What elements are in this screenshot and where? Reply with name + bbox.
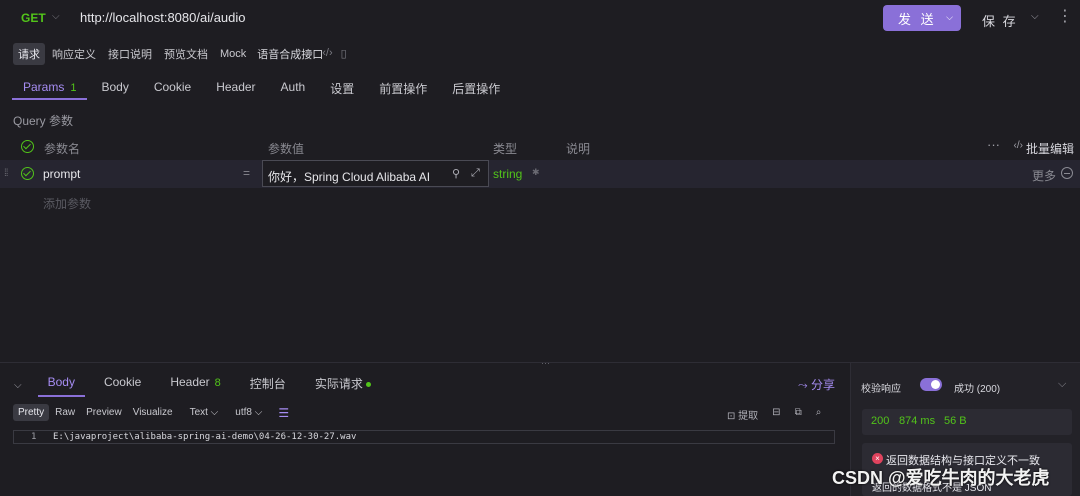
chevron-down-icon[interactable]: ⌵ bbox=[946, 12, 953, 23]
response-tabs: ⌵ Body Cookie Header 8 控制台 实际请求 bbox=[14, 373, 390, 397]
format-tabs: Pretty Raw Preview Visualize Text ⌵ utf8… bbox=[13, 404, 289, 421]
col-value: 参数值 bbox=[268, 142, 305, 156]
code-icon[interactable]: ‹/› bbox=[1014, 140, 1023, 151]
text-select-value: Text bbox=[189, 407, 208, 418]
tab-params[interactable]: Params 1 bbox=[12, 78, 88, 100]
tab-settings[interactable]: 设置 bbox=[319, 78, 365, 100]
add-param-input[interactable]: 添加参数 bbox=[43, 195, 91, 212]
validate-status[interactable]: 成功 (200) bbox=[954, 380, 1000, 395]
resp-tab-cookie[interactable]: Cookie bbox=[94, 373, 151, 397]
select-all-check-icon[interactable] bbox=[21, 140, 34, 153]
response-body-line[interactable]: E:\javaproject\alibaba-spring-ai-demo\04… bbox=[53, 432, 356, 442]
validate-label: 校验响应 bbox=[861, 384, 901, 395]
method-select[interactable]: GET bbox=[21, 11, 46, 25]
row-more-button[interactable]: 更多 bbox=[1032, 167, 1056, 184]
share-button[interactable]: ⤳ 分享 bbox=[798, 376, 835, 393]
format-pretty[interactable]: Pretty bbox=[13, 404, 50, 421]
resp-tab-actual-label: 实际请求 bbox=[314, 377, 363, 391]
copy-icon[interactable]: ⧉ bbox=[795, 407, 802, 422]
send-button[interactable]: 发 送 ⌵ bbox=[883, 5, 961, 31]
splitter-handle-icon[interactable]: ··· bbox=[541, 358, 550, 368]
subtab-preview-doc[interactable]: 预览文档 bbox=[159, 43, 213, 65]
send-label: 发 送 bbox=[898, 11, 937, 27]
watermark: CSDN @爱吃牛肉的大老虎 bbox=[832, 468, 1050, 488]
request-tabs: Params 1 Body Cookie Header Auth 设置 前置操作 … bbox=[12, 78, 514, 100]
remove-row-icon[interactable] bbox=[1061, 167, 1073, 179]
drag-handle-icon[interactable]: ⁞⁞ bbox=[4, 168, 8, 179]
more-icon[interactable]: ··· bbox=[987, 137, 1000, 152]
resp-tab-actual-request[interactable]: 实际请求 bbox=[305, 373, 381, 397]
required-icon[interactable]: ✱ bbox=[532, 167, 540, 178]
status-dot-icon bbox=[365, 382, 371, 388]
tab-body[interactable]: Body bbox=[90, 78, 139, 100]
response-tools: ⊡ 提取 ⊟ ⧉ ⌕ bbox=[727, 407, 821, 422]
link-icon[interactable]: ⚭ bbox=[305, 47, 314, 60]
param-value-text: 你好，Spring Cloud Alibaba AI bbox=[268, 170, 431, 184]
api-title-icons: ⚭ ‹/› ▯ bbox=[305, 47, 347, 60]
resp-tab-header-label: Header bbox=[170, 375, 210, 389]
magic-wand-icon[interactable]: ⚲ bbox=[452, 167, 460, 180]
tab-auth[interactable]: Auth bbox=[270, 78, 317, 100]
query-section-label: Query 参数 bbox=[13, 114, 74, 128]
more-icon[interactable]: ⋮ bbox=[1057, 6, 1073, 26]
share-label: 分享 bbox=[810, 378, 835, 392]
resp-tab-header[interactable]: Header 8 bbox=[160, 373, 230, 397]
tab-cookie[interactable]: Cookie bbox=[143, 78, 202, 100]
error-icon: × bbox=[872, 453, 883, 464]
encoding-select-value: utf8 bbox=[235, 407, 252, 418]
resp-tab-console[interactable]: 控制台 bbox=[240, 373, 296, 397]
tab-params-label: Params bbox=[23, 80, 65, 94]
params-count-badge: 1 bbox=[70, 82, 77, 94]
subtab-request[interactable]: 请求 bbox=[13, 43, 45, 65]
chevron-down-icon[interactable]: ⌵ bbox=[1058, 378, 1066, 391]
row-check-icon[interactable] bbox=[21, 167, 34, 180]
validate-toggle[interactable] bbox=[920, 378, 942, 391]
subtab-mock[interactable]: Mock bbox=[215, 45, 251, 63]
response-stats: 200 874 ms 56 B bbox=[862, 409, 1072, 435]
doc-tabs: 请求 响应定义 接口说明 预览文档 Mock 语音合成接口 bbox=[13, 43, 328, 65]
header-count-badge: 8 bbox=[214, 377, 221, 389]
collapse-chevron-icon[interactable]: ⌵ bbox=[14, 380, 22, 391]
download-icon[interactable]: ⊟ bbox=[772, 407, 780, 422]
param-name[interactable]: prompt bbox=[43, 167, 80, 181]
param-type[interactable]: string bbox=[493, 167, 522, 181]
wrap-icon[interactable]: ☰ bbox=[278, 406, 289, 420]
format-preview[interactable]: Preview bbox=[81, 404, 127, 421]
search-icon[interactable]: ⌕ bbox=[816, 407, 822, 422]
subtab-response-def[interactable]: 响应定义 bbox=[47, 43, 101, 65]
extract-label: 提取 bbox=[738, 411, 759, 422]
extract-button[interactable]: ⊡ 提取 bbox=[727, 407, 758, 422]
response-size: 56 B bbox=[944, 415, 967, 427]
tab-header[interactable]: Header bbox=[205, 78, 266, 100]
col-desc: 说明 bbox=[566, 142, 591, 156]
save-button[interactable]: 保 存 bbox=[982, 11, 1018, 30]
panel-icon[interactable]: ▯ bbox=[341, 47, 347, 60]
url-bar: GET ⌵ http://localhost:8080/ai/audio 发 送… bbox=[0, 0, 1080, 36]
resp-tab-body[interactable]: Body bbox=[37, 373, 85, 397]
url-input[interactable]: http://localhost:8080/ai/audio bbox=[80, 10, 246, 25]
expand-icon[interactable]: ⤢ bbox=[471, 167, 480, 180]
response-time: 874 ms bbox=[899, 415, 936, 427]
bulk-edit-button[interactable]: 批量编辑 bbox=[1026, 140, 1074, 157]
table-row: ⁞⁞ prompt = 你好，Spring Cloud Alibaba AI ⚲… bbox=[0, 160, 1080, 188]
chevron-down-icon[interactable]: ⌵ bbox=[1031, 11, 1039, 22]
status-code: 200 bbox=[871, 415, 890, 427]
share-icon: ⤳ bbox=[798, 378, 808, 392]
extract-icon: ⊡ bbox=[727, 411, 736, 422]
param-value-input[interactable]: 你好，Spring Cloud Alibaba AI ⚲ ⤢ bbox=[262, 160, 489, 187]
subtab-api-desc[interactable]: 接口说明 bbox=[103, 43, 157, 65]
code-icon[interactable]: ‹/› bbox=[322, 47, 332, 60]
tab-pre-ops[interactable]: 前置操作 bbox=[368, 78, 438, 100]
line-number: 1 bbox=[31, 432, 37, 442]
tab-post-ops[interactable]: 后置操作 bbox=[441, 78, 511, 100]
equals-sign: = bbox=[243, 166, 251, 180]
col-type: 类型 bbox=[493, 142, 518, 156]
chevron-down-icon[interactable]: ⌵ bbox=[52, 11, 60, 22]
params-table-header: 参数名 参数值 类型 说明 ··· ‹/› 批量编辑 bbox=[13, 137, 1080, 157]
text-select[interactable]: Text ⌵ bbox=[185, 404, 224, 421]
encoding-select[interactable]: utf8 ⌵ bbox=[230, 404, 267, 421]
format-visualize[interactable]: Visualize bbox=[128, 404, 178, 421]
format-raw[interactable]: Raw bbox=[50, 404, 80, 421]
col-name: 参数名 bbox=[44, 142, 81, 156]
